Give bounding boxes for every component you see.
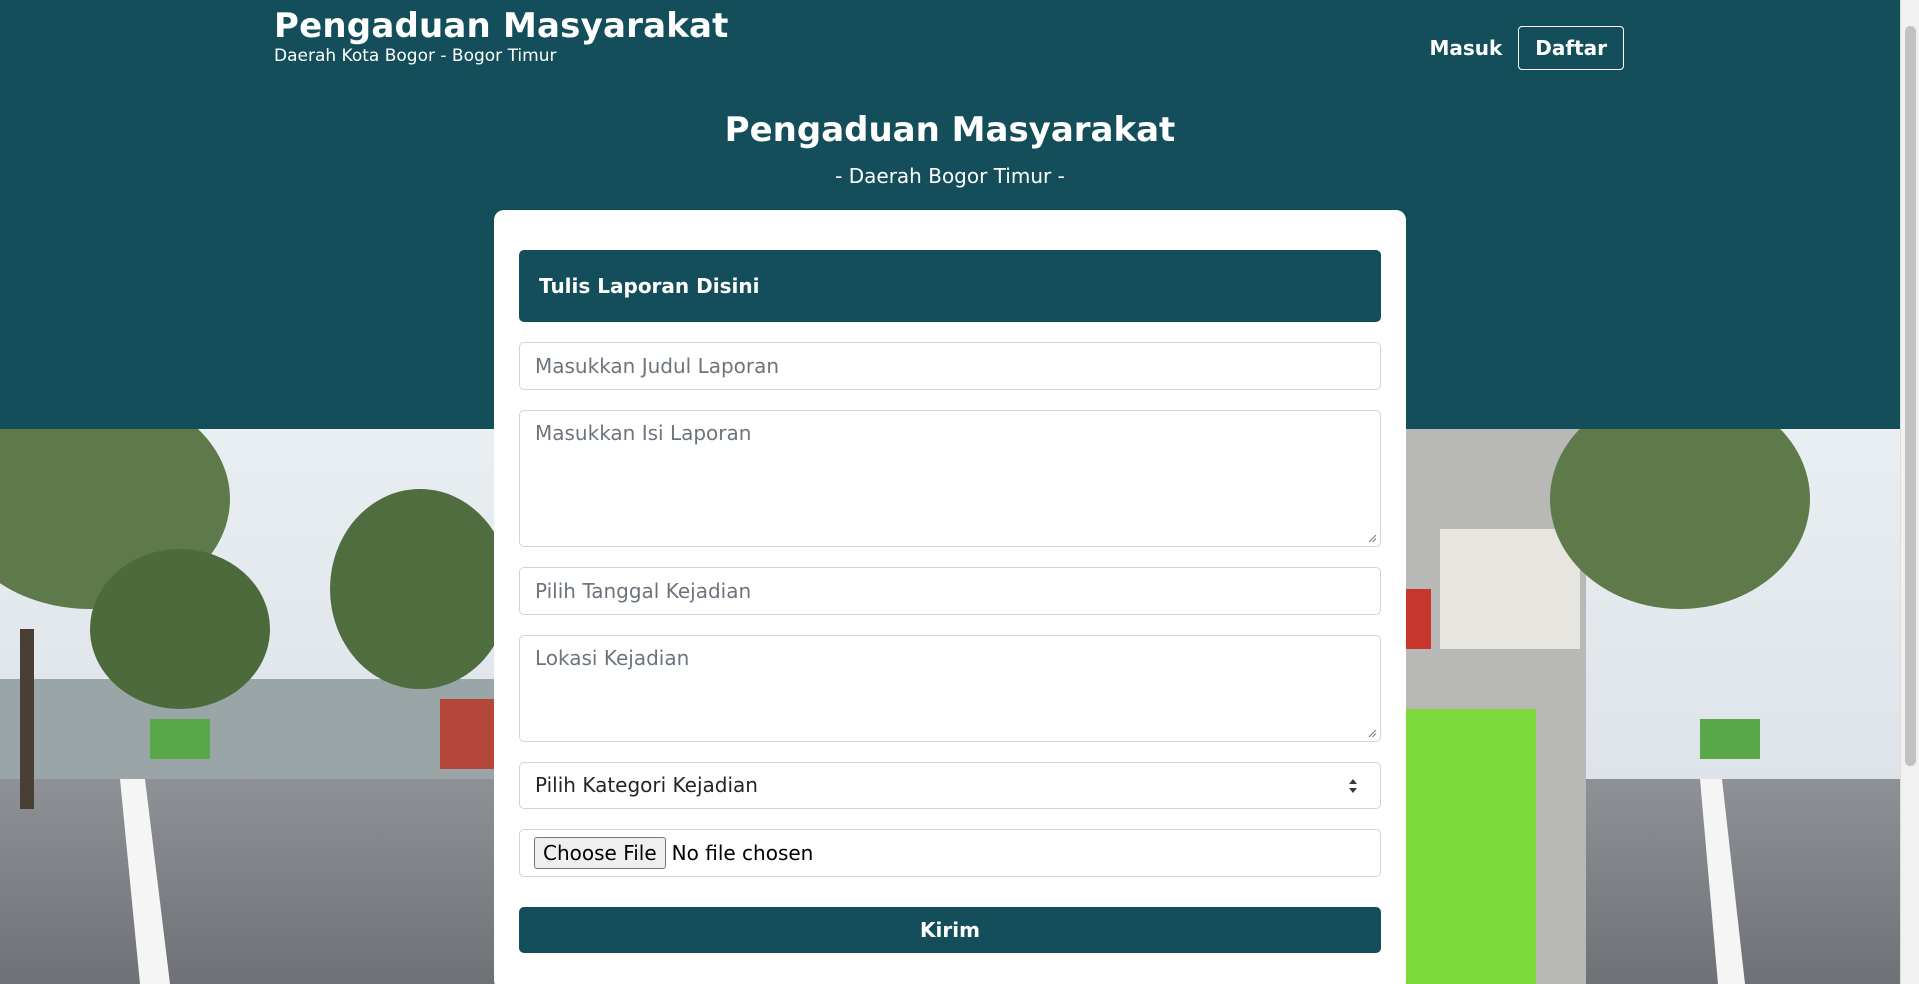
choose-file-button[interactable]: Choose File <box>534 837 666 869</box>
scrollbar-thumb[interactable] <box>1905 26 1916 766</box>
nav-links: Masuk Daftar <box>1429 26 1624 70</box>
resize-grip-icon[interactable] <box>1367 533 1377 543</box>
incident-category-select[interactable]: Pilih Kategori Kejadian <box>519 762 1381 809</box>
report-body-placeholder: Masukkan Isi Laporan <box>535 421 752 445</box>
resize-grip-icon[interactable] <box>1367 728 1377 738</box>
hero-subtitle: - Daerah Bogor Timur - <box>835 164 1065 188</box>
incident-location-textarea[interactable]: Lokasi Kejadian <box>519 635 1381 742</box>
submit-button[interactable]: Kirim <box>519 907 1381 953</box>
report-title-placeholder: Masukkan Judul Laporan <box>535 354 780 378</box>
form-heading: Tulis Laporan Disini <box>519 250 1381 322</box>
brand-title[interactable]: Pengaduan Masyarakat <box>274 6 729 46</box>
incident-date-placeholder: Pilih Tanggal Kejadian <box>535 579 752 603</box>
hero-title: Pengaduan Masyarakat <box>724 110 1176 150</box>
register-button[interactable]: Daftar <box>1518 26 1624 70</box>
attachment-file-input[interactable]: Choose File No file chosen <box>519 829 1381 877</box>
brand-subtitle: Daerah Kota Bogor - Bogor Timur <box>274 46 557 66</box>
page-scrollbar[interactable] <box>1900 0 1919 984</box>
report-body-textarea[interactable]: Masukkan Isi Laporan <box>519 410 1381 547</box>
incident-location-placeholder: Lokasi Kejadian <box>535 646 690 670</box>
file-status-text: No file chosen <box>671 841 814 865</box>
incident-date-input[interactable]: Pilih Tanggal Kejadian <box>519 567 1381 615</box>
brand[interactable]: Pengaduan Masyarakat Daerah Kota Bogor -… <box>274 6 729 66</box>
report-title-input[interactable]: Masukkan Judul Laporan <box>519 342 1381 390</box>
login-link[interactable]: Masuk <box>1429 36 1502 60</box>
select-arrows-icon <box>1349 779 1357 793</box>
incident-category-value: Pilih Kategori Kejadian <box>535 773 758 797</box>
report-form-card: Tulis Laporan Disini Masukkan Judul Lapo… <box>494 210 1406 984</box>
